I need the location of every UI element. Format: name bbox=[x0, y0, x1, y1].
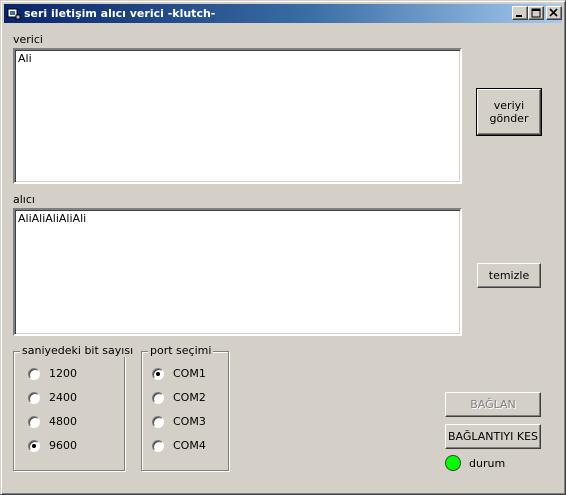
receiver-textbox[interactable]: AliAliAliAliAli bbox=[13, 208, 462, 336]
status-label: durum bbox=[469, 457, 506, 470]
radio-label: COM3 bbox=[173, 415, 206, 428]
sender-label: verici bbox=[13, 33, 43, 46]
radio-label: 9600 bbox=[49, 439, 77, 452]
radio-label: 4800 bbox=[49, 415, 77, 428]
radio-circle bbox=[28, 368, 40, 380]
status-indicator-icon bbox=[445, 455, 461, 471]
radio-circle bbox=[152, 392, 164, 404]
close-button[interactable] bbox=[546, 6, 562, 20]
close-icon bbox=[549, 8, 558, 17]
radio-label: COM1 bbox=[173, 367, 206, 380]
sender-textbox[interactable]: Ali bbox=[13, 48, 462, 184]
radio-circle bbox=[152, 440, 164, 452]
receiver-label: alıcı bbox=[13, 193, 35, 206]
radio-circle bbox=[152, 416, 164, 428]
minimize-icon bbox=[516, 15, 522, 17]
title-bar[interactable]: seri iletişim alıcı verici -klutch- bbox=[4, 4, 562, 23]
radio-label: COM4 bbox=[173, 439, 206, 452]
send-data-button[interactable]: veriyi gönder bbox=[476, 88, 542, 136]
receiver-text: AliAliAliAliAli bbox=[18, 212, 87, 225]
port-group-title: port seçimi bbox=[148, 344, 214, 357]
baud-rate-group-title: saniyedeki bit sayısı bbox=[20, 344, 136, 357]
radio-label: 1200 bbox=[49, 367, 77, 380]
window-title: seri iletişim alıcı verici -klutch- bbox=[24, 7, 216, 20]
clear-button[interactable]: temizle bbox=[477, 263, 541, 288]
radio-label: 2400 bbox=[49, 391, 77, 404]
maximize-button[interactable] bbox=[528, 6, 544, 20]
baud-rate-group: saniyedeki bit sayısı 1200 2400 4800 960… bbox=[13, 344, 136, 471]
disconnect-button[interactable]: BAĞLANTIYI KES bbox=[445, 424, 541, 449]
radio-circle bbox=[152, 368, 164, 380]
radio-circle bbox=[28, 416, 40, 428]
sender-text: Ali bbox=[18, 52, 32, 65]
radio-selected-dot bbox=[32, 444, 36, 448]
radio-circle bbox=[28, 440, 40, 452]
radio-label: COM2 bbox=[173, 391, 206, 404]
radio-circle bbox=[28, 392, 40, 404]
main-window: seri iletişim alıcı verici -klutch- veri… bbox=[0, 0, 566, 495]
send-data-label: veriyi gönder bbox=[489, 99, 529, 125]
connect-button[interactable]: BAĞLAN bbox=[445, 392, 541, 417]
port-group: port seçimi COM1 COM2 COM3 COM4 bbox=[141, 344, 229, 471]
radio-selected-dot bbox=[156, 372, 160, 376]
app-icon bbox=[7, 8, 21, 20]
maximize-icon bbox=[531, 8, 541, 18]
minimize-button[interactable] bbox=[512, 6, 528, 20]
